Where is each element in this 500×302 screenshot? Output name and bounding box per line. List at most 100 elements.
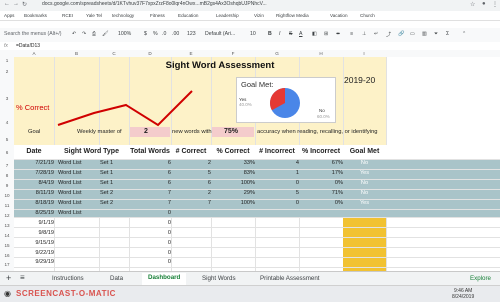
functions-icon[interactable]: Σ — [446, 31, 449, 37]
table-cell[interactable]: 1 — [255, 170, 299, 176]
table-cell[interactable]: 9/1/19 — [16, 220, 54, 226]
profile-icon[interactable]: ● — [482, 1, 486, 7]
number-format-button[interactable]: 123 — [187, 31, 196, 37]
bookmark-item[interactable]: technology — [112, 13, 134, 18]
bookmark-item[interactable]: Vizin — [254, 13, 264, 18]
menu-search-input[interactable]: Search the menus (Alt+/) — [4, 31, 62, 37]
row-header[interactable]: 10 — [0, 193, 14, 198]
sheet-grid[interactable]: Sight Word Assessment % Correct Goal Met… — [14, 57, 500, 271]
table-cell[interactable]: Set 1 — [100, 180, 128, 186]
table-cell[interactable]: Set 1 — [100, 170, 128, 176]
star-icon[interactable]: ☆ — [470, 1, 475, 8]
row-header[interactable]: 1 — [0, 58, 14, 63]
column-header[interactable]: E — [171, 51, 211, 56]
row-header[interactable]: 17 — [0, 262, 14, 267]
table-cell[interactable]: 5 — [171, 170, 211, 176]
table-cell[interactable]: 9/15/19 — [16, 240, 54, 246]
column-header[interactable]: B — [54, 51, 99, 56]
chart-icon[interactable]: ▥ — [422, 31, 427, 37]
tab-data[interactable]: Data — [110, 275, 123, 282]
font-select[interactable]: Default (Ari... — [205, 31, 235, 37]
rotate-icon[interactable]: ⤴ — [386, 31, 391, 38]
row-header[interactable]: 13 — [0, 223, 14, 228]
reload-icon[interactable]: ↻ — [22, 1, 27, 8]
table-cell[interactable]: 2 — [171, 160, 211, 166]
table-cell[interactable]: 7 — [129, 190, 171, 196]
row-header[interactable]: 16 — [0, 253, 14, 258]
filter-icon[interactable]: ⏷ — [434, 31, 438, 38]
print-icon[interactable]: ⎙ — [92, 31, 96, 38]
wrap-icon[interactable]: ↵ — [374, 31, 378, 37]
bookmark-item[interactable]: Yale Tel — [86, 13, 102, 18]
borders-icon[interactable]: ⊞ — [324, 31, 328, 37]
table-cell[interactable]: Word List — [58, 170, 98, 176]
table-cell[interactable]: Word List — [58, 210, 98, 216]
forward-icon[interactable]: → — [13, 1, 19, 7]
explore-button[interactable]: Explore — [470, 275, 491, 282]
table-cell[interactable]: 0% — [299, 180, 343, 186]
table-cell[interactable]: 100% — [211, 200, 255, 206]
table-cell[interactable]: 6 — [129, 180, 171, 186]
table-cell[interactable]: 8/25/19 — [16, 210, 54, 216]
table-cell[interactable]: 71% — [299, 190, 343, 196]
table-cell[interactable]: 0% — [299, 200, 343, 206]
table-cell[interactable]: No — [343, 190, 386, 196]
bookmark-item[interactable]: Leadership — [216, 13, 239, 18]
table-cell[interactable]: 5 — [255, 190, 299, 196]
table-cell[interactable]: No — [343, 180, 386, 186]
formula-input[interactable]: =Data!D13 — [16, 43, 40, 49]
row-header[interactable]: 12 — [0, 213, 14, 218]
paint-format-icon[interactable]: 🖌 — [102, 31, 109, 37]
tab-sight-words[interactable]: Sight Words — [202, 275, 236, 282]
table-cell[interactable]: 0 — [129, 240, 171, 246]
back-icon[interactable]: ← — [4, 1, 10, 7]
comment-icon[interactable]: ▭ — [410, 31, 415, 37]
valign-icon[interactable]: ⊥ — [362, 31, 367, 37]
row-header[interactable]: 15 — [0, 243, 14, 248]
row-header[interactable]: 14 — [0, 233, 14, 238]
row-header[interactable]: 4 — [0, 120, 14, 125]
column-header[interactable]: D — [129, 51, 171, 56]
redo-icon[interactable]: ↷ — [82, 31, 86, 37]
all-sheets-icon[interactable]: ≡ — [20, 273, 25, 282]
table-cell[interactable]: Word List — [58, 160, 98, 166]
italic-button[interactable]: I — [279, 31, 280, 37]
table-cell[interactable]: Yes — [343, 170, 386, 176]
bold-button[interactable]: B — [268, 31, 272, 37]
table-cell[interactable]: 8/4/19 — [16, 180, 54, 186]
bookmark-item[interactable]: Rightflow Media — [276, 13, 309, 18]
bookmark-item[interactable]: Bookmarks — [24, 13, 47, 18]
table-cell[interactable]: 7 — [171, 200, 211, 206]
bookmark-item[interactable]: Church — [360, 13, 375, 18]
currency-button[interactable]: $ — [144, 31, 147, 37]
table-cell[interactable]: 0 — [255, 180, 299, 186]
fill-color-icon[interactable]: ◧ — [312, 31, 317, 37]
column-header[interactable]: I — [343, 51, 385, 56]
table-cell[interactable]: Word List — [58, 190, 98, 196]
table-cell[interactable]: 83% — [211, 170, 255, 176]
row-header[interactable]: 3 — [0, 96, 14, 101]
row-header[interactable]: 8 — [0, 173, 14, 178]
table-cell[interactable]: Word List — [58, 200, 98, 206]
tab-instructions[interactable]: Instructions — [52, 275, 84, 282]
bookmark-item[interactable]: RCEI — [62, 13, 73, 18]
table-cell[interactable]: Word List — [58, 180, 98, 186]
column-header[interactable]: F — [211, 51, 255, 56]
table-cell[interactable]: 6 — [171, 180, 211, 186]
table-cell[interactable]: Set 2 — [100, 200, 128, 206]
table-cell[interactable]: 0 — [129, 210, 171, 216]
percent-button[interactable]: % — [153, 31, 158, 37]
table-cell[interactable]: 67% — [299, 160, 343, 166]
table-cell[interactable]: 2 — [171, 190, 211, 196]
decrease-decimal-button[interactable]: .0 — [162, 31, 166, 37]
menu-icon[interactable]: ⋮ — [492, 1, 498, 8]
bookmark-item[interactable]: Vacation — [330, 13, 348, 18]
url-text[interactable]: docs.google.com/spreadsheets/d/1KTvhuv37… — [42, 1, 267, 7]
zoom-select[interactable]: 100% — [118, 31, 131, 37]
add-sheet-icon[interactable]: + — [6, 273, 11, 283]
column-header[interactable]: G — [255, 51, 299, 56]
table-cell[interactable]: 8/11/19 — [16, 190, 54, 196]
strikethrough-button[interactable]: S — [289, 31, 292, 37]
table-cell[interactable]: 0 — [129, 259, 171, 265]
table-cell[interactable]: 6 — [129, 160, 171, 166]
